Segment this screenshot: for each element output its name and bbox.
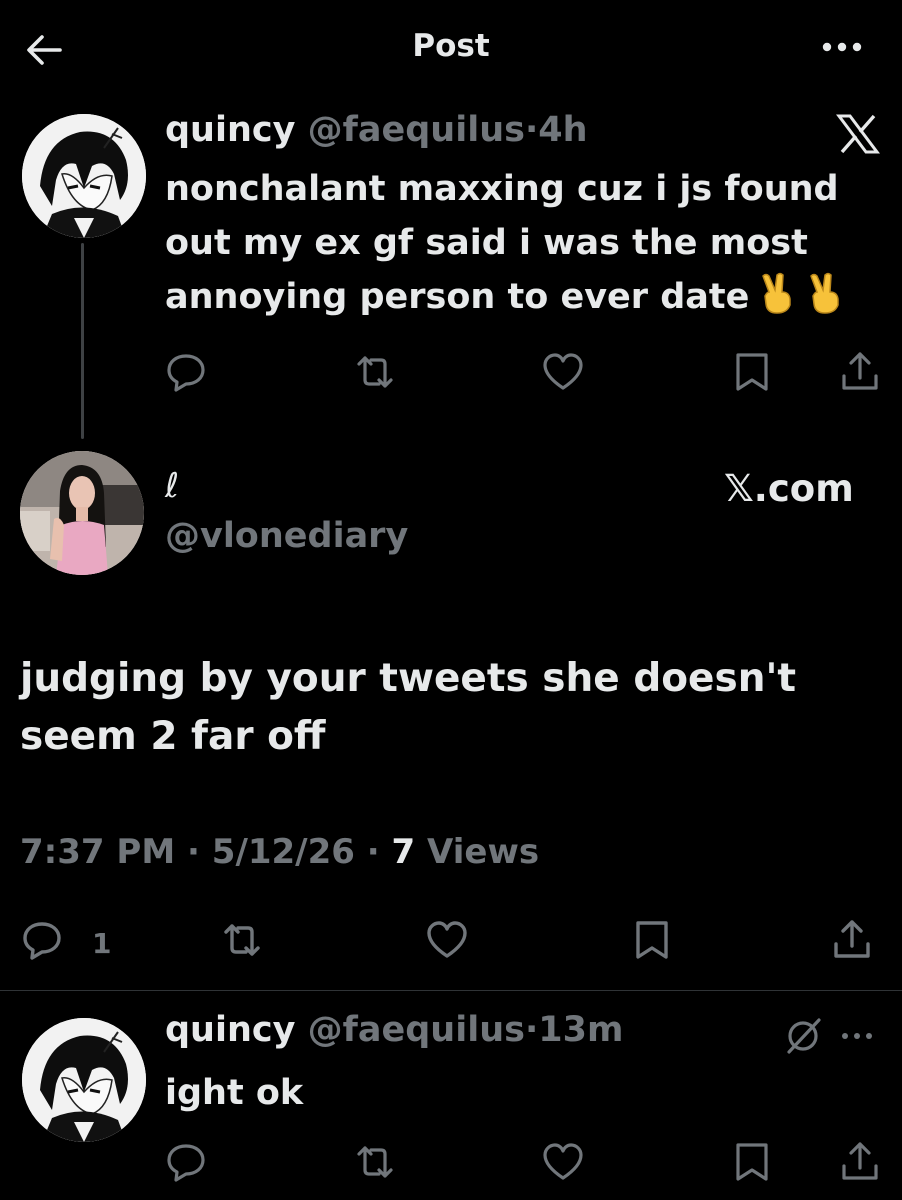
reply-icon (167, 1144, 205, 1182)
tweet-text-line: out my ex gf said i was the most (165, 223, 808, 263)
page-title: Post (412, 28, 490, 64)
share-button[interactable] (830, 918, 880, 968)
quoted-author-name[interactable]: ℓ (165, 466, 179, 506)
reply-button[interactable] (164, 1140, 208, 1184)
repost-icon (224, 924, 260, 956)
separator-dot: · (366, 832, 380, 872)
views-count: 7 (391, 832, 416, 872)
muted-circle-slash-icon (781, 1014, 825, 1058)
share-icon (842, 352, 878, 390)
bookmark-icon (636, 921, 668, 959)
tweet-text: ight ok (165, 1073, 304, 1113)
tweet-time: 4h (538, 110, 588, 150)
author-handle[interactable]: @faequilus (308, 1010, 525, 1050)
reply-count: 1 (92, 927, 112, 960)
main-tweet-text-line: judging by your tweets she doesn't (20, 656, 797, 701)
more-horizontal-icon (822, 42, 862, 52)
bookmark-button[interactable] (630, 918, 680, 968)
like-button[interactable] (541, 1140, 585, 1184)
tweet-time: 7:37 PM (20, 832, 176, 872)
separator-dot: · (524, 110, 539, 150)
anime-avatar-image (22, 114, 146, 238)
like-button[interactable] (541, 350, 585, 394)
repost-button[interactable] (353, 1140, 397, 1184)
avatar-quincy[interactable] (22, 1018, 146, 1142)
tweet-time: 13m (538, 1010, 624, 1050)
avatar-vlonediary[interactable] (20, 451, 144, 575)
tweet-meta: 7:37 PM · 5/12/26 · 7 Views (20, 832, 539, 872)
tweet-author[interactable]: quincy @faequilus·4h (165, 110, 588, 150)
reply-button[interactable] (164, 350, 208, 394)
tweet-author[interactable]: quincy @faequilus·13m (165, 1010, 623, 1050)
author-handle[interactable]: @faequilus (308, 110, 525, 150)
heart-icon (543, 353, 583, 390)
tweet-text: nonchalant maxxing cuz i js found out my… (165, 162, 885, 324)
repost-button[interactable] (353, 350, 397, 394)
repost-icon (357, 1146, 393, 1178)
reply-button[interactable] (20, 918, 70, 968)
more-horizontal-icon (842, 1033, 872, 1039)
main-tweet-text: judging by your tweets she doesn't seem … (20, 650, 880, 766)
reply-icon (23, 922, 61, 960)
author-name[interactable]: quincy (165, 1010, 295, 1050)
separator-dot: · (187, 832, 200, 872)
views-label[interactable]: Views (427, 832, 539, 872)
main-tweet-text-line: seem 2 far off (20, 714, 326, 759)
repost-icon (357, 356, 393, 388)
share-icon (842, 1142, 878, 1180)
victory-hand-emoji (757, 272, 797, 314)
bookmark-button[interactable] (730, 350, 774, 394)
tweet-text-line: annoying person to ever date (165, 277, 750, 317)
tweet-more-button[interactable] (838, 1025, 876, 1047)
tweet-date: 5/12/26 (211, 832, 355, 872)
thread-line (81, 243, 84, 439)
share-button[interactable] (838, 350, 882, 394)
bookmark-button[interactable] (730, 1140, 774, 1184)
share-button[interactable] (838, 1140, 882, 1184)
reply-icon (167, 354, 205, 392)
profile-photo-image (20, 451, 144, 575)
heart-icon (427, 921, 467, 958)
bookmark-icon (736, 353, 768, 391)
divider (0, 990, 902, 991)
more-options-button[interactable] (820, 32, 864, 62)
victory-hand-emoji (805, 272, 845, 314)
source-label: 𝕏.com (724, 467, 854, 510)
separator-dot: · (524, 1010, 539, 1050)
avatar-quincy[interactable] (22, 114, 146, 238)
quoted-author-handle[interactable]: @vlonediary (165, 516, 408, 556)
heart-icon (543, 1143, 583, 1180)
repost-button[interactable] (220, 918, 270, 968)
author-name[interactable]: quincy (165, 110, 295, 150)
like-button[interactable] (425, 918, 475, 968)
share-icon (834, 920, 870, 958)
x-logo-icon (836, 114, 880, 154)
bookmark-icon (736, 1143, 768, 1181)
tweet-text-line: nonchalant maxxing cuz i js found (165, 169, 839, 209)
anime-avatar-image (22, 1018, 146, 1142)
